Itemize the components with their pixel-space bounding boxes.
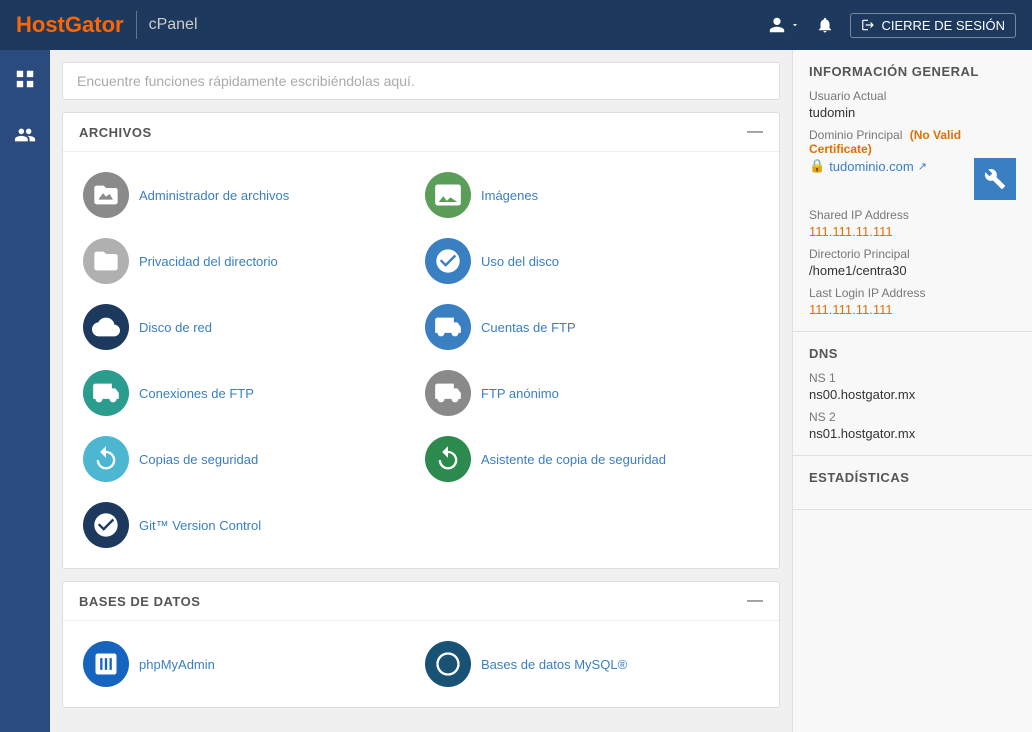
last-login-label: Last Login IP Address: [809, 286, 1016, 300]
archivos-toggle[interactable]: —: [747, 123, 763, 141]
imagenes-label: Imágenes: [481, 188, 538, 203]
sidebar-grid-icon[interactable]: [8, 62, 42, 102]
ns2-label: NS 2: [809, 410, 1016, 424]
cuentas-ftp-label: Cuentas de FTP: [481, 320, 576, 335]
bases-datos-header: BASES DE DATOS —: [63, 582, 779, 621]
dominio-label-text: Dominio Principal: [809, 128, 902, 142]
item-disco-red[interactable]: Disco de red: [79, 296, 421, 358]
dominio-row: 🔒 tudominio.com ↗: [809, 158, 1016, 200]
bases-datos-items: phpMyAdmin Bases de datos MySQL®: [63, 621, 779, 707]
git-version-label: Git™ Version Control: [139, 518, 261, 533]
item-privacidad[interactable]: Privacidad del directorio: [79, 230, 421, 292]
shared-ip-label: Shared IP Address: [809, 208, 1016, 222]
privacidad-label: Privacidad del directorio: [139, 254, 278, 269]
ftp-anonimo-icon: [425, 370, 471, 416]
archivos-title: ARCHIVOS: [79, 125, 152, 140]
ns1-label: NS 1: [809, 371, 1016, 385]
bases-datos-title: BASES DE DATOS: [79, 594, 200, 609]
last-login-value: 111.111.11.111: [809, 302, 1016, 317]
estadisticas-section: ESTADÍSTICAS: [793, 456, 1032, 510]
cpanel-label: cPanel: [149, 16, 198, 34]
item-conexiones-ftp[interactable]: Conexiones de FTP: [79, 362, 421, 424]
main-content: ARCHIVOS — Administrador de archivos Imá…: [50, 50, 792, 732]
dns-section: DNS NS 1 ns00.hostgator.mx NS 2 ns01.hos…: [793, 332, 1032, 456]
dominio-label: Dominio Principal (No Valid Certificate): [809, 128, 1016, 156]
ns1-value: ns00.hostgator.mx: [809, 387, 1016, 402]
search-bar: [62, 62, 780, 100]
asistente-copia-icon: [425, 436, 471, 482]
dominio-link-text: tudominio.com: [829, 159, 914, 174]
admin-archivos-label: Administrador de archivos: [139, 188, 289, 203]
git-version-icon: [83, 502, 129, 548]
disco-red-icon: [83, 304, 129, 350]
uso-disco-icon: [425, 238, 471, 284]
info-general-section: INFORMACIÓN GENERAL Usuario Actual tudom…: [793, 50, 1032, 332]
dominio-ext-icon: ↗: [918, 160, 927, 173]
dominio-lock-icon: 🔒: [809, 158, 825, 174]
bases-datos-toggle[interactable]: —: [747, 592, 763, 610]
info-general-title: INFORMACIÓN GENERAL: [809, 64, 1016, 79]
archivos-section: ARCHIVOS — Administrador de archivos Imá…: [62, 112, 780, 569]
archivos-header: ARCHIVOS —: [63, 113, 779, 152]
header: HostGator cPanel CIERRE DE SESIÓN: [0, 0, 1032, 50]
search-input[interactable]: [77, 73, 765, 89]
copias-seguridad-icon: [83, 436, 129, 482]
disco-red-label: Disco de red: [139, 320, 212, 335]
phpmyadmin-icon: [83, 641, 129, 687]
item-git-version[interactable]: Git™ Version Control: [79, 494, 421, 556]
ftp-anonimo-label: FTP anónimo: [481, 386, 559, 401]
item-uso-disco[interactable]: Uso del disco: [421, 230, 763, 292]
layout: ARCHIVOS — Administrador de archivos Imá…: [0, 50, 1032, 732]
item-cuentas-ftp[interactable]: Cuentas de FTP: [421, 296, 763, 358]
copias-seguridad-label: Copias de seguridad: [139, 452, 258, 467]
asistente-copia-label: Asistente de copia de seguridad: [481, 452, 666, 467]
item-phpmyadmin[interactable]: phpMyAdmin: [79, 633, 421, 695]
archivos-items: Administrador de archivos Imágenes Priva…: [63, 152, 779, 568]
header-divider: [136, 11, 137, 39]
uso-disco-label: Uso del disco: [481, 254, 559, 269]
item-ftp-anonimo[interactable]: FTP anónimo: [421, 362, 763, 424]
dominio-info: 🔒 tudominio.com ↗: [809, 158, 974, 174]
item-imagenes[interactable]: Imágenes: [421, 164, 763, 226]
usuario-value: tudomin: [809, 105, 1016, 120]
item-copias-seguridad[interactable]: Copias de seguridad: [79, 428, 421, 490]
item-asistente-copia[interactable]: Asistente de copia de seguridad: [421, 428, 763, 490]
right-panel: INFORMACIÓN GENERAL Usuario Actual tudom…: [792, 50, 1032, 732]
logout-button[interactable]: CIERRE DE SESIÓN: [850, 13, 1016, 38]
conexiones-ftp-icon: [83, 370, 129, 416]
sidebar-users-icon[interactable]: [8, 118, 42, 158]
cuentas-ftp-icon: [425, 304, 471, 350]
mysql-icon: [425, 641, 471, 687]
privacidad-icon: [83, 238, 129, 284]
bell-icon[interactable]: [816, 16, 834, 34]
header-right: CIERRE DE SESIÓN: [768, 13, 1016, 38]
shared-ip-value: 111.111.11.111: [809, 224, 1016, 239]
imagenes-icon: [425, 172, 471, 218]
bases-datos-section: BASES DE DATOS — phpMyAdmin Bases de dat…: [62, 581, 780, 708]
directorio-label: Directorio Principal: [809, 247, 1016, 261]
estadisticas-title: ESTADÍSTICAS: [809, 470, 1016, 485]
wrench-button[interactable]: [974, 158, 1016, 200]
item-mysql[interactable]: Bases de datos MySQL®: [421, 633, 763, 695]
phpmyadmin-label: phpMyAdmin: [139, 657, 215, 672]
left-sidebar: [0, 50, 50, 732]
logo: HostGator: [16, 12, 124, 38]
logo-host: Host: [16, 12, 65, 37]
item-admin-archivos[interactable]: Administrador de archivos: [79, 164, 421, 226]
logout-label: CIERRE DE SESIÓN: [881, 18, 1005, 33]
user-icon[interactable]: [768, 16, 800, 34]
admin-archivos-icon: [83, 172, 129, 218]
dns-title: DNS: [809, 346, 1016, 361]
ns2-value: ns01.hostgator.mx: [809, 426, 1016, 441]
directorio-value: /home1/centra30: [809, 263, 1016, 278]
mysql-label: Bases de datos MySQL®: [481, 657, 627, 672]
dominio-link[interactable]: 🔒 tudominio.com ↗: [809, 158, 974, 174]
usuario-label: Usuario Actual: [809, 89, 1016, 103]
conexiones-ftp-label: Conexiones de FTP: [139, 386, 254, 401]
logo-gator: Gator: [65, 12, 124, 37]
